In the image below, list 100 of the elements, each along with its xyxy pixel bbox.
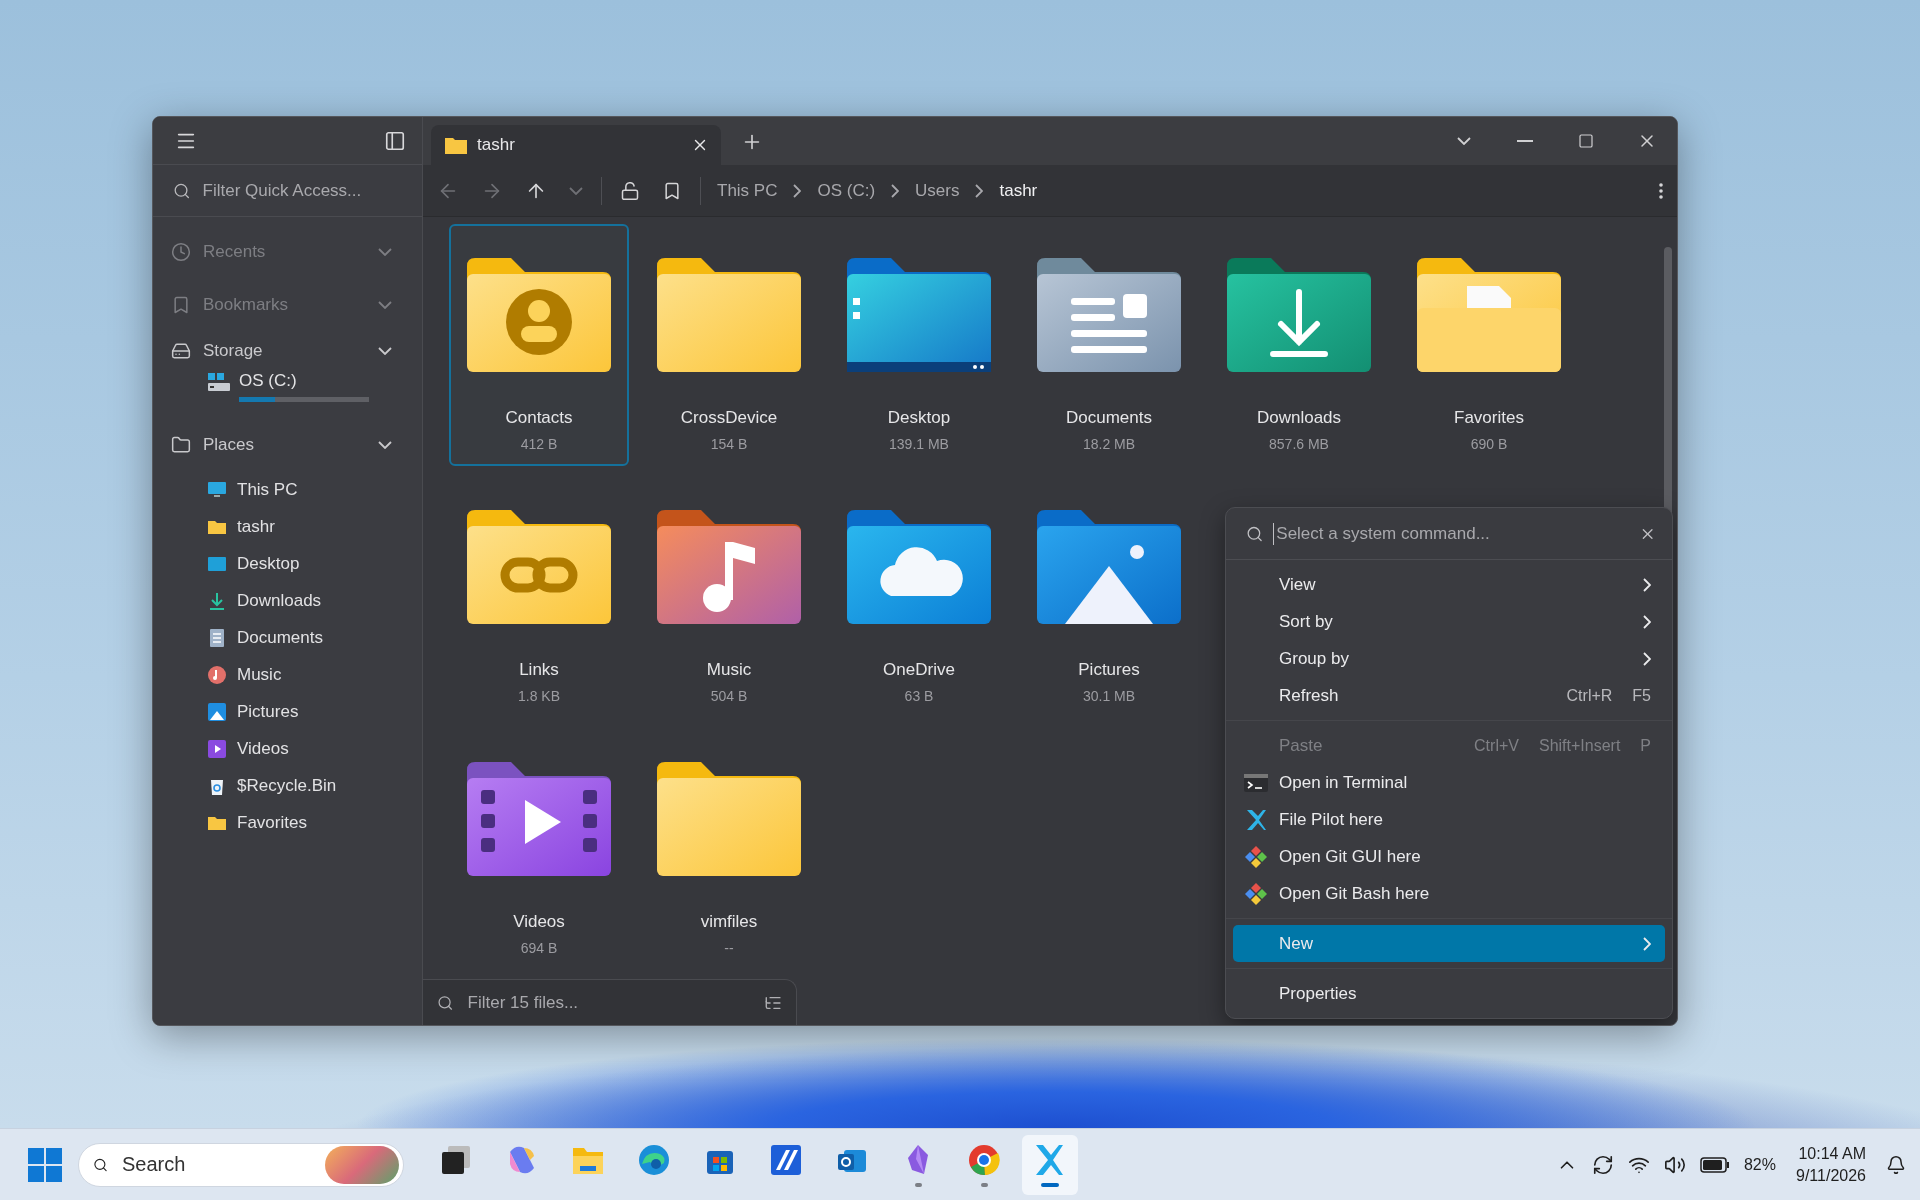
menu-item[interactable]: Group by bbox=[1233, 640, 1665, 677]
menu-item[interactable]: Refresh Ctrl+R F5 bbox=[1233, 677, 1665, 714]
battery-percentage: 82% bbox=[1743, 1155, 1776, 1174]
folder-tile[interactable]: OneDrive 63 B bbox=[829, 476, 1009, 718]
menu-item[interactable]: Open in Terminal bbox=[1233, 764, 1665, 801]
folder-size: 30.1 MB bbox=[1082, 688, 1136, 704]
folder-person-icon bbox=[467, 258, 611, 372]
folder-size: 18.2 MB bbox=[1082, 436, 1136, 452]
file-filter-field[interactable]: Filter 15 files... bbox=[465, 991, 752, 1014]
breadcrumb-item[interactable]: tashr bbox=[997, 178, 1040, 203]
folder-tile[interactable]: Pictures 30.1 MB bbox=[1019, 476, 1199, 718]
hard-drive-icon bbox=[171, 341, 191, 361]
folder-size: 412 B bbox=[520, 436, 558, 452]
quick-access-filter-field[interactable]: Filter Quick Access... bbox=[200, 179, 402, 202]
clock-date[interactable]: 9/11/2026 bbox=[1796, 1166, 1866, 1185]
chevron-down-icon bbox=[378, 300, 392, 309]
folder-document-icon bbox=[1417, 258, 1561, 372]
sidebar-item[interactable]: $Recycle.Bin bbox=[153, 767, 422, 804]
drive-name[interactable]: OS (C:) bbox=[239, 371, 369, 391]
breadcrumb-item[interactable]: Users bbox=[913, 178, 962, 203]
folder-tile[interactable]: Downloads 857.6 MB bbox=[1209, 224, 1389, 466]
taskbar-search-field[interactable]: Search bbox=[78, 1142, 404, 1187]
sidebar-item[interactable]: tashr bbox=[153, 508, 422, 545]
clock-time[interactable]: 10:14 AM bbox=[1798, 1144, 1866, 1163]
menu-item[interactable]: Properties bbox=[1233, 975, 1665, 1012]
battery-icon[interactable] bbox=[1699, 1156, 1730, 1173]
breadcrumb-item[interactable]: This PC bbox=[715, 178, 780, 203]
maximize-icon bbox=[1577, 133, 1594, 149]
chevron-down-icon bbox=[569, 186, 583, 195]
folder-mountain-icon bbox=[1037, 510, 1181, 624]
folder-tile[interactable]: Desktop 139.1 MB bbox=[829, 224, 1009, 466]
bookmark-icon bbox=[662, 180, 682, 201]
folder-name: OneDrive bbox=[883, 660, 955, 680]
chevron-down-icon bbox=[378, 440, 392, 449]
folder-tile[interactable]: Music 504 B bbox=[639, 476, 819, 718]
diamond-tiles-icon bbox=[1245, 845, 1267, 868]
chevron-down-icon bbox=[1456, 137, 1471, 145]
document-icon bbox=[207, 627, 227, 648]
breadcrumb-item[interactable]: OS (C:) bbox=[815, 178, 878, 203]
sidebar-item[interactable]: Documents bbox=[153, 619, 422, 656]
chevron-right-icon bbox=[793, 183, 802, 198]
sidebar-item[interactable]: Desktop bbox=[153, 545, 422, 582]
vertical-dots-icon bbox=[1659, 182, 1663, 199]
sidebar-item[interactable]: Videos bbox=[153, 730, 422, 767]
x-logo-icon bbox=[1245, 808, 1267, 831]
menu-item[interactable]: Open Git Bash here bbox=[1233, 875, 1665, 912]
folder-tile[interactable]: Videos 694 B bbox=[449, 728, 629, 970]
menu-item[interactable]: View bbox=[1233, 566, 1665, 603]
folder-name: vimfiles bbox=[700, 912, 758, 932]
folder-tile[interactable]: vimfiles -- bbox=[639, 728, 819, 970]
file-filter-box[interactable]: Filter 15 files... bbox=[423, 979, 797, 1025]
folder-tile[interactable]: Links 1.8 KB bbox=[449, 476, 629, 718]
download-icon bbox=[207, 590, 227, 611]
folder-name: Downloads bbox=[1256, 408, 1342, 428]
terminal-icon bbox=[1244, 773, 1268, 792]
command-search-field[interactable]: Select a system command... bbox=[1273, 522, 1629, 545]
folder-name: Desktop bbox=[887, 408, 951, 428]
sidebar-section-header[interactable]: Places bbox=[153, 418, 422, 471]
folder-tile[interactable]: Documents 18.2 MB bbox=[1019, 224, 1199, 466]
folder-name: Music bbox=[706, 660, 752, 680]
folder-size: 1.8 KB bbox=[518, 688, 560, 704]
folder-name: Links bbox=[519, 660, 559, 680]
padlock-icon bbox=[620, 180, 640, 201]
folder-size: 154 B bbox=[710, 436, 748, 452]
folder-tile[interactable]: Favorites 690 B bbox=[1399, 224, 1579, 466]
folder-tile[interactable]: Contacts 412 B bbox=[449, 224, 629, 466]
folder-name: CrossDevice bbox=[680, 408, 778, 428]
sidebar-item[interactable]: Pictures bbox=[153, 693, 422, 730]
sidebar-item[interactable]: Music bbox=[153, 656, 422, 693]
notification-bell-icon[interactable] bbox=[1886, 1154, 1906, 1175]
drive-icon bbox=[207, 371, 231, 393]
menu-item[interactable]: Open Git GUI here bbox=[1233, 838, 1665, 875]
folder-name: Favorites bbox=[1454, 408, 1524, 428]
folder-icon bbox=[657, 762, 801, 876]
monitor-icon bbox=[207, 479, 227, 500]
folder-size: 504 B bbox=[710, 688, 748, 704]
folder-lines-icon bbox=[1037, 258, 1181, 372]
video-icon bbox=[207, 738, 227, 759]
folder-size: -- bbox=[724, 940, 734, 956]
sidebar-item[interactable]: Favorites bbox=[153, 804, 422, 841]
sidebar-section-header[interactable]: Storage bbox=[153, 331, 422, 371]
menu-item[interactable]: New bbox=[1233, 925, 1665, 962]
folder-size: 139.1 MB bbox=[889, 436, 949, 452]
bookmark-icon bbox=[171, 294, 191, 315]
sidebar-item[interactable]: Downloads bbox=[153, 582, 422, 619]
four-squares-icon[interactable] bbox=[28, 1147, 62, 1182]
search-input[interactable]: Search bbox=[120, 1152, 313, 1177]
menu-item[interactable]: Sort by bbox=[1233, 603, 1665, 640]
sidebar-item[interactable]: This PC bbox=[153, 471, 422, 508]
folder-icon bbox=[171, 434, 191, 455]
picture-icon bbox=[207, 701, 227, 722]
folder-size: 694 B bbox=[520, 940, 558, 956]
folder-tile[interactable]: CrossDevice 154 B bbox=[639, 224, 819, 466]
chevron-down-icon bbox=[378, 347, 392, 355]
folder-name: Pictures bbox=[1078, 660, 1140, 680]
tab[interactable]: tashr bbox=[431, 125, 721, 165]
menu-item[interactable]: File Pilot here bbox=[1233, 801, 1665, 838]
panel-icon bbox=[384, 129, 406, 152]
folder-name: Contacts bbox=[505, 408, 573, 428]
sync-icon[interactable] bbox=[1591, 1153, 1614, 1176]
